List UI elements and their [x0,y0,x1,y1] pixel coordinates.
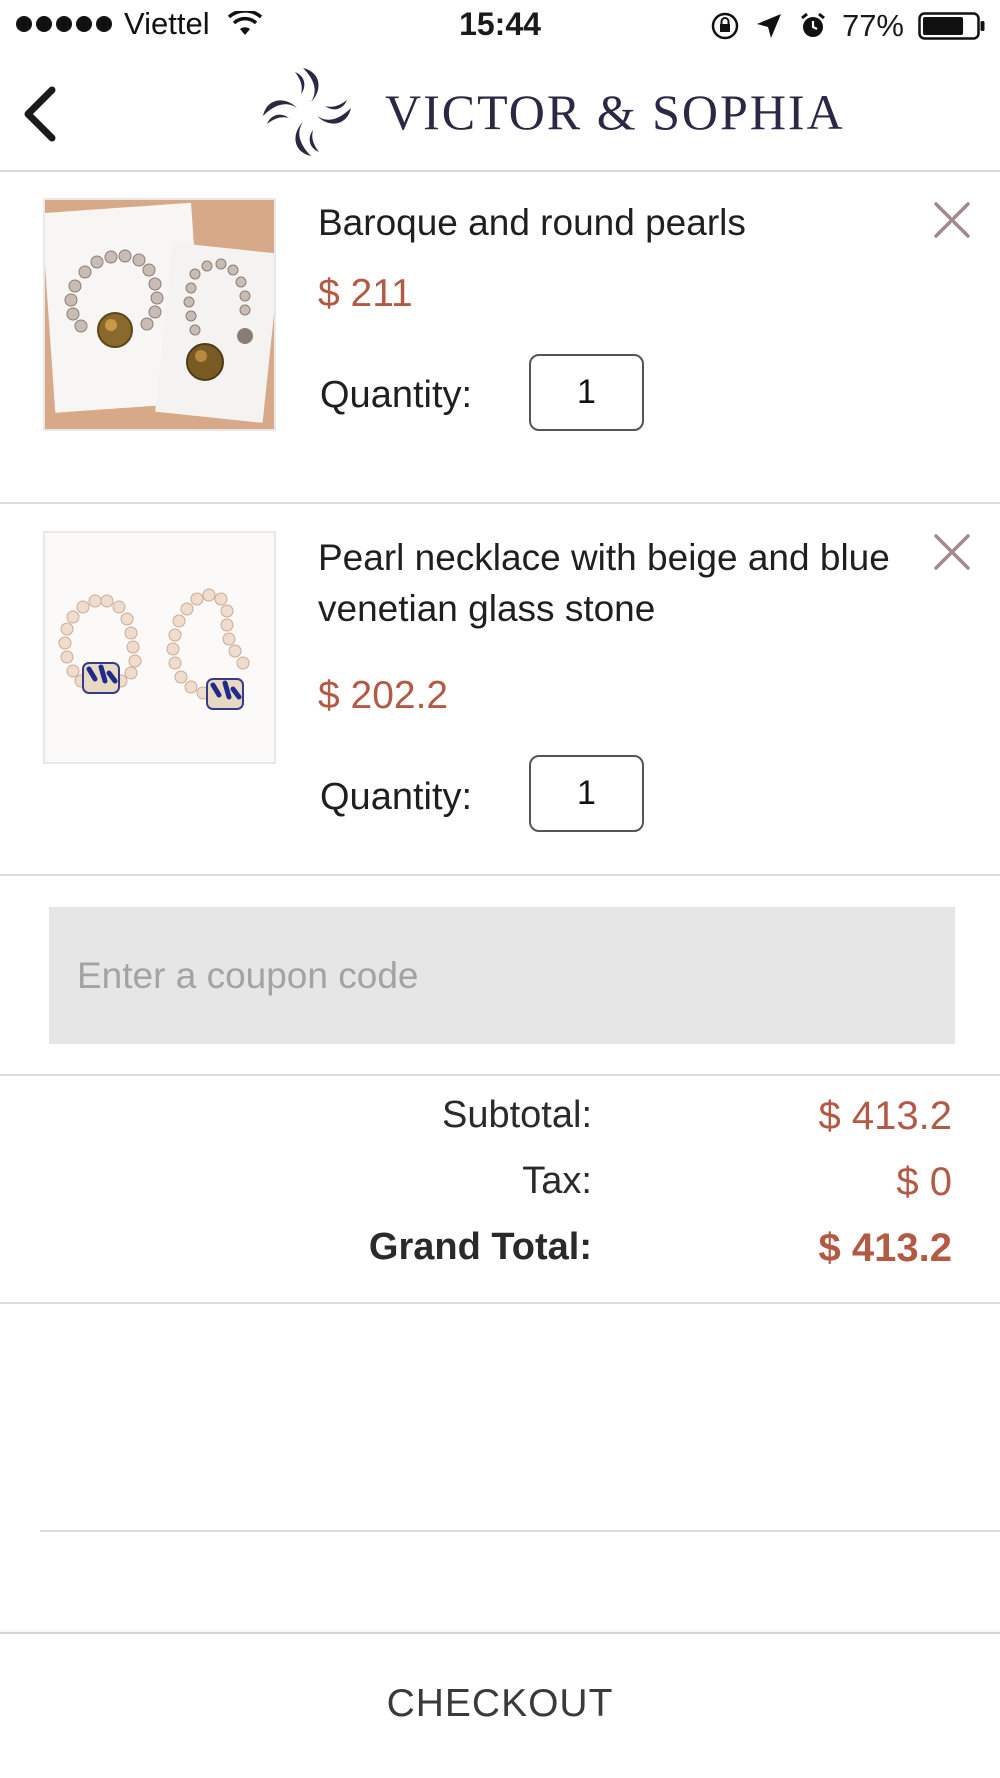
status-bar: Viettel 15:44 77% [0,0,1000,54]
chevron-left-icon[interactable] [14,82,74,142]
product-image[interactable] [43,198,276,431]
quantity-input[interactable]: 1 [529,755,644,832]
brand-logo [263,68,351,156]
product-photo-baroque-pearls [45,200,274,429]
order-totals: Subtotal: $ 413.2 Tax: $ 0 Grand Total: … [0,1076,1000,1304]
checkout-bar: CHECKOUT [0,1632,1000,1778]
status-right: 77% [710,8,986,44]
battery-icon [918,12,985,40]
app-header: VICTOR & SOPHIA [0,54,1000,172]
subtotal-row: Subtotal: $ 413.2 [0,1094,1000,1154]
battery-percentage: 77% [841,8,904,43]
close-icon[interactable] [930,530,974,574]
product-photo-venetian-glass-necklace [45,533,274,762]
coupon-code-input[interactable] [49,907,955,1044]
tax-value: $ 0 [896,1160,952,1204]
quantity-label: Quantity: [320,374,473,416]
grand-total-row: Grand Total: $ 413.2 [0,1226,1000,1286]
brand-name: VICTOR & SOPHIA [385,84,845,140]
close-icon[interactable] [930,198,974,242]
checkout-button[interactable]: CHECKOUT [0,1634,1000,1774]
quantity-label: Quantity: [320,776,473,818]
product-image[interactable] [43,531,276,764]
subtotal-label: Subtotal: [442,1094,592,1136]
tax-row: Tax: $ 0 [0,1160,1000,1220]
product-price: $ 211 [318,272,413,315]
cart-item: Baroque and round pearls $ 211 Quantity:… [0,172,1000,504]
product-title[interactable]: Pearl necklace with beige and blue venet… [318,532,918,634]
cart-item: Pearl necklace with beige and blue venet… [0,504,1000,876]
quantity-input[interactable]: 1 [529,354,644,431]
brand: VICTOR & SOPHIA [255,60,845,164]
orientation-lock-icon [711,12,739,40]
subtotal-value: $ 413.2 [818,1094,952,1138]
divider [40,1530,1000,1532]
grand-total-value: $ 413.2 [818,1226,952,1270]
product-title[interactable]: Baroque and round pearls [318,197,918,248]
location-icon [756,14,781,38]
tax-label: Tax: [522,1160,592,1202]
coupon-section [0,876,1000,1076]
product-price: $ 202.2 [318,674,449,717]
grand-total-label: Grand Total: [368,1226,592,1268]
alarm-icon [801,12,825,37]
